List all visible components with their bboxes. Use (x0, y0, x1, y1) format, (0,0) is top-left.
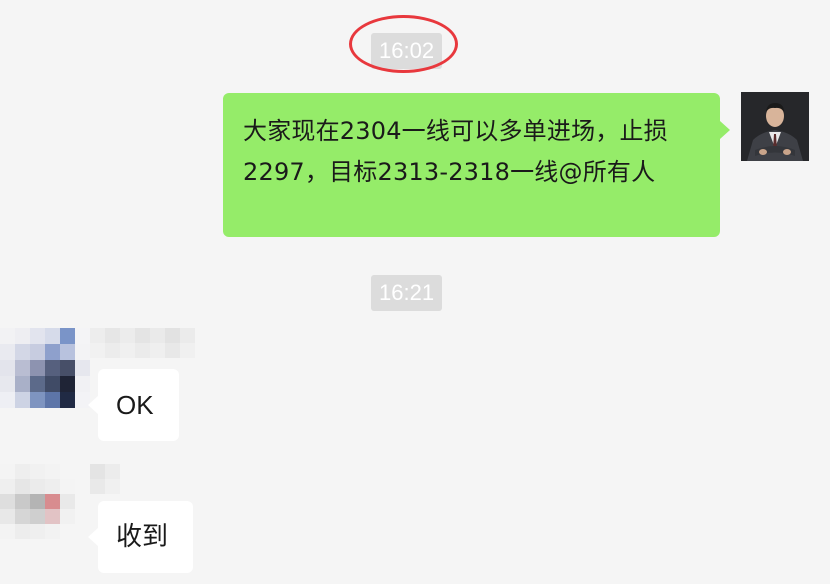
sender-name-blurred (90, 464, 120, 494)
incoming-message-bubble[interactable]: OK (88, 369, 179, 441)
message-text: 大家现在2304一线可以多单进场，止损2297，目标2313-2318一线@所有… (243, 117, 668, 186)
person-avatar-icon (741, 92, 809, 161)
timestamp: 16:21 (371, 275, 443, 311)
message-text: OK (116, 390, 154, 420)
message-text: 收到 (116, 522, 169, 552)
outgoing-message-bubble[interactable]: 大家现在2304一线可以多单进场，止损2297，目标2313-2318一线@所有… (223, 93, 730, 237)
incoming-message-bubble[interactable]: 收到 (88, 501, 193, 573)
avatar[interactable] (0, 328, 90, 408)
avatar[interactable] (0, 464, 75, 539)
avatar[interactable] (741, 92, 809, 161)
sender-name-blurred (90, 328, 195, 358)
chat-window: 16:02 大家现在2304一线可以多单进场，止损2297，目标2313-231… (0, 0, 830, 584)
red-annotation-circle (349, 15, 458, 73)
